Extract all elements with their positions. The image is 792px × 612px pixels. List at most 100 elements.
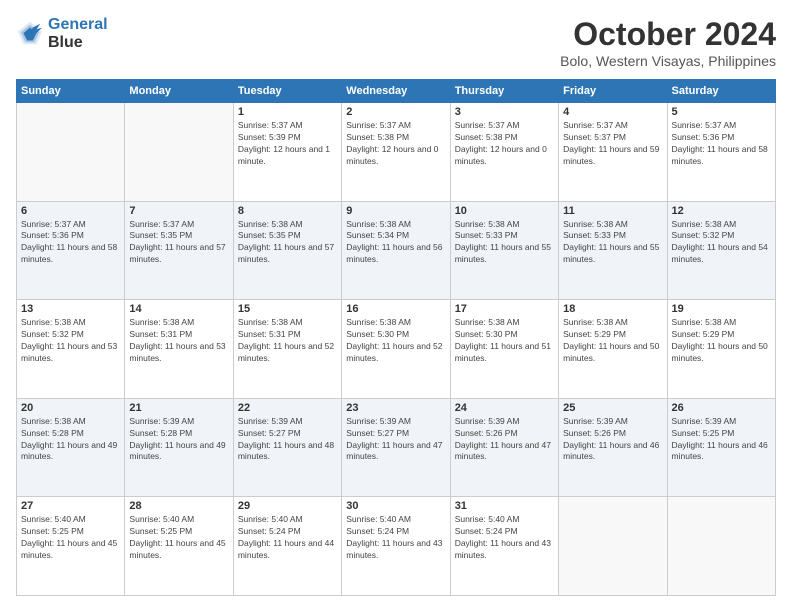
calendar-cell: 31Sunrise: 5:40 AMSunset: 5:24 PMDayligh… (450, 497, 558, 596)
day-number: 25 (563, 402, 662, 414)
calendar-week-1: 1Sunrise: 5:37 AMSunset: 5:39 PMDaylight… (17, 103, 776, 202)
day-info: Sunrise: 5:38 AMSunset: 5:32 PMDaylight:… (672, 219, 771, 267)
calendar-header-row: Sunday Monday Tuesday Wednesday Thursday… (17, 80, 776, 103)
day-number: 14 (129, 303, 228, 315)
calendar-cell: 4 Sunrise: 5:37 AMSunset: 5:37 PMDaylight… (559, 103, 667, 202)
day-info: Sunrise: 5:38 AMSunset: 5:31 PMDaylight:… (238, 317, 337, 365)
day-info: Sunrise: 5:38 AMSunset: 5:30 PMDaylight:… (346, 317, 445, 365)
logo: General Blue (16, 16, 108, 51)
calendar-cell: 20 Sunrise: 5:38 AMSunset: 5:28 PMDayligh… (17, 398, 125, 497)
day-info: Sunrise: 5:40 AMSunset: 5:25 PMDaylight:… (129, 514, 228, 562)
day-number: 16 (346, 303, 445, 315)
calendar-table: Sunday Monday Tuesday Wednesday Thursday… (16, 79, 776, 596)
day-number: 1 (238, 106, 337, 118)
calendar-cell (125, 103, 233, 202)
day-info: Sunrise: 5:40 AMSunset: 5:25 PMDaylight:… (21, 514, 120, 562)
calendar-week-4: 20 Sunrise: 5:38 AMSunset: 5:28 PMDayligh… (17, 398, 776, 497)
calendar-week-3: 13 Sunrise: 5:38 AMSunset: 5:32 PMDayligh… (17, 300, 776, 399)
calendar-cell: 30Sunrise: 5:40 AMSunset: 5:24 PMDayligh… (342, 497, 450, 596)
day-info: Sunrise: 5:39 AMSunset: 5:28 PMDaylight:… (129, 416, 228, 464)
col-tuesday: Tuesday (233, 80, 341, 103)
calendar-cell (559, 497, 667, 596)
col-wednesday: Wednesday (342, 80, 450, 103)
calendar-cell: 5 Sunrise: 5:37 AMSunset: 5:36 PMDaylight… (667, 103, 775, 202)
day-info: Sunrise: 5:37 AMSunset: 5:38 PMDaylight:… (455, 120, 554, 168)
calendar-cell: 24Sunrise: 5:39 AMSunset: 5:26 PMDayligh… (450, 398, 558, 497)
day-number: 9 (346, 205, 445, 217)
calendar-cell: 7 Sunrise: 5:37 AMSunset: 5:35 PMDaylight… (125, 201, 233, 300)
day-number: 21 (129, 402, 228, 414)
day-number: 29 (238, 500, 337, 512)
day-info: Sunrise: 5:40 AMSunset: 5:24 PMDaylight:… (238, 514, 337, 562)
day-number: 18 (563, 303, 662, 315)
calendar-cell: 29 Sunrise: 5:40 AMSunset: 5:24 PMDayligh… (233, 497, 341, 596)
day-number: 12 (672, 205, 771, 217)
calendar-cell (17, 103, 125, 202)
day-number: 26 (672, 402, 771, 414)
calendar-cell: 21 Sunrise: 5:39 AMSunset: 5:28 PMDayligh… (125, 398, 233, 497)
calendar-cell (667, 497, 775, 596)
day-info: Sunrise: 5:39 AMSunset: 5:25 PMDaylight:… (672, 416, 771, 464)
day-number: 23 (346, 402, 445, 414)
calendar-cell: 1Sunrise: 5:37 AMSunset: 5:39 PMDaylight… (233, 103, 341, 202)
day-number: 2 (346, 106, 445, 118)
day-info: Sunrise: 5:40 AMSunset: 5:24 PMDaylight:… (455, 514, 554, 562)
col-sunday: Sunday (17, 80, 125, 103)
col-thursday: Thursday (450, 80, 558, 103)
day-info: Sunrise: 5:38 AMSunset: 5:32 PMDaylight:… (21, 317, 120, 365)
calendar-cell: 26 Sunrise: 5:39 AMSunset: 5:25 PMDayligh… (667, 398, 775, 497)
day-number: 5 (672, 106, 771, 118)
day-number: 13 (21, 303, 120, 315)
col-friday: Friday (559, 80, 667, 103)
day-info: Sunrise: 5:38 AMSunset: 5:28 PMDaylight:… (21, 416, 120, 464)
calendar-cell: 19 Sunrise: 5:38 AMSunset: 5:29 PMDayligh… (667, 300, 775, 399)
day-number: 6 (21, 205, 120, 217)
day-info: Sunrise: 5:38 AMSunset: 5:33 PMDaylight:… (455, 219, 554, 267)
day-info: Sunrise: 5:37 AMSunset: 5:36 PMDaylight:… (672, 120, 771, 168)
calendar-cell: 15Sunrise: 5:38 AMSunset: 5:31 PMDayligh… (233, 300, 341, 399)
day-info: Sunrise: 5:37 AMSunset: 5:38 PMDaylight:… (346, 120, 445, 168)
day-number: 17 (455, 303, 554, 315)
logo-icon (16, 20, 44, 48)
day-info: Sunrise: 5:37 AMSunset: 5:35 PMDaylight:… (129, 219, 228, 267)
calendar-cell: 18 Sunrise: 5:38 AMSunset: 5:29 PMDayligh… (559, 300, 667, 399)
day-info: Sunrise: 5:39 AMSunset: 5:27 PMDaylight:… (238, 416, 337, 464)
day-number: 8 (238, 205, 337, 217)
day-number: 10 (455, 205, 554, 217)
calendar-cell: 27 Sunrise: 5:40 AMSunset: 5:25 PMDayligh… (17, 497, 125, 596)
calendar-cell: 17 Sunrise: 5:38 AMSunset: 5:30 PMDayligh… (450, 300, 558, 399)
day-info: Sunrise: 5:38 AMSunset: 5:29 PMDaylight:… (563, 317, 662, 365)
day-number: 3 (455, 106, 554, 118)
day-number: 11 (563, 205, 662, 217)
day-info: Sunrise: 5:37 AMSunset: 5:37 PMDaylight:… (563, 120, 662, 168)
day-number: 7 (129, 205, 228, 217)
day-info: Sunrise: 5:38 AMSunset: 5:35 PMDaylight:… (238, 219, 337, 267)
page: General Blue October 2024 Bolo, Western … (0, 0, 792, 612)
logo-text: General Blue (48, 16, 108, 51)
day-info: Sunrise: 5:39 AMSunset: 5:27 PMDaylight:… (346, 416, 445, 464)
day-number: 20 (21, 402, 120, 414)
day-number: 24 (455, 402, 554, 414)
calendar-cell: 2 Sunrise: 5:37 AMSunset: 5:38 PMDaylight… (342, 103, 450, 202)
day-number: 19 (672, 303, 771, 315)
calendar-cell: 6Sunrise: 5:37 AMSunset: 5:36 PMDaylight… (17, 201, 125, 300)
day-number: 30 (346, 500, 445, 512)
day-number: 28 (129, 500, 228, 512)
day-number: 27 (21, 500, 120, 512)
calendar-cell: 10 Sunrise: 5:38 AMSunset: 5:33 PMDayligh… (450, 201, 558, 300)
day-info: Sunrise: 5:38 AMSunset: 5:29 PMDaylight:… (672, 317, 771, 365)
calendar-cell: 9Sunrise: 5:38 AMSunset: 5:34 PMDaylight… (342, 201, 450, 300)
day-number: 4 (563, 106, 662, 118)
calendar-cell: 25 Sunrise: 5:39 AMSunset: 5:26 PMDayligh… (559, 398, 667, 497)
location: Bolo, Western Visayas, Philippines (560, 53, 776, 69)
calendar-cell: 8 Sunrise: 5:38 AMSunset: 5:35 PMDaylight… (233, 201, 341, 300)
calendar-cell: 23 Sunrise: 5:39 AMSunset: 5:27 PMDayligh… (342, 398, 450, 497)
month-title: October 2024 (560, 16, 776, 53)
calendar-cell: 16 Sunrise: 5:38 AMSunset: 5:30 PMDayligh… (342, 300, 450, 399)
calendar-cell: 22Sunrise: 5:39 AMSunset: 5:27 PMDayligh… (233, 398, 341, 497)
day-info: Sunrise: 5:39 AMSunset: 5:26 PMDaylight:… (563, 416, 662, 464)
col-monday: Monday (125, 80, 233, 103)
day-info: Sunrise: 5:38 AMSunset: 5:30 PMDaylight:… (455, 317, 554, 365)
title-area: October 2024 Bolo, Western Visayas, Phil… (560, 16, 776, 69)
day-info: Sunrise: 5:38 AMSunset: 5:33 PMDaylight:… (563, 219, 662, 267)
